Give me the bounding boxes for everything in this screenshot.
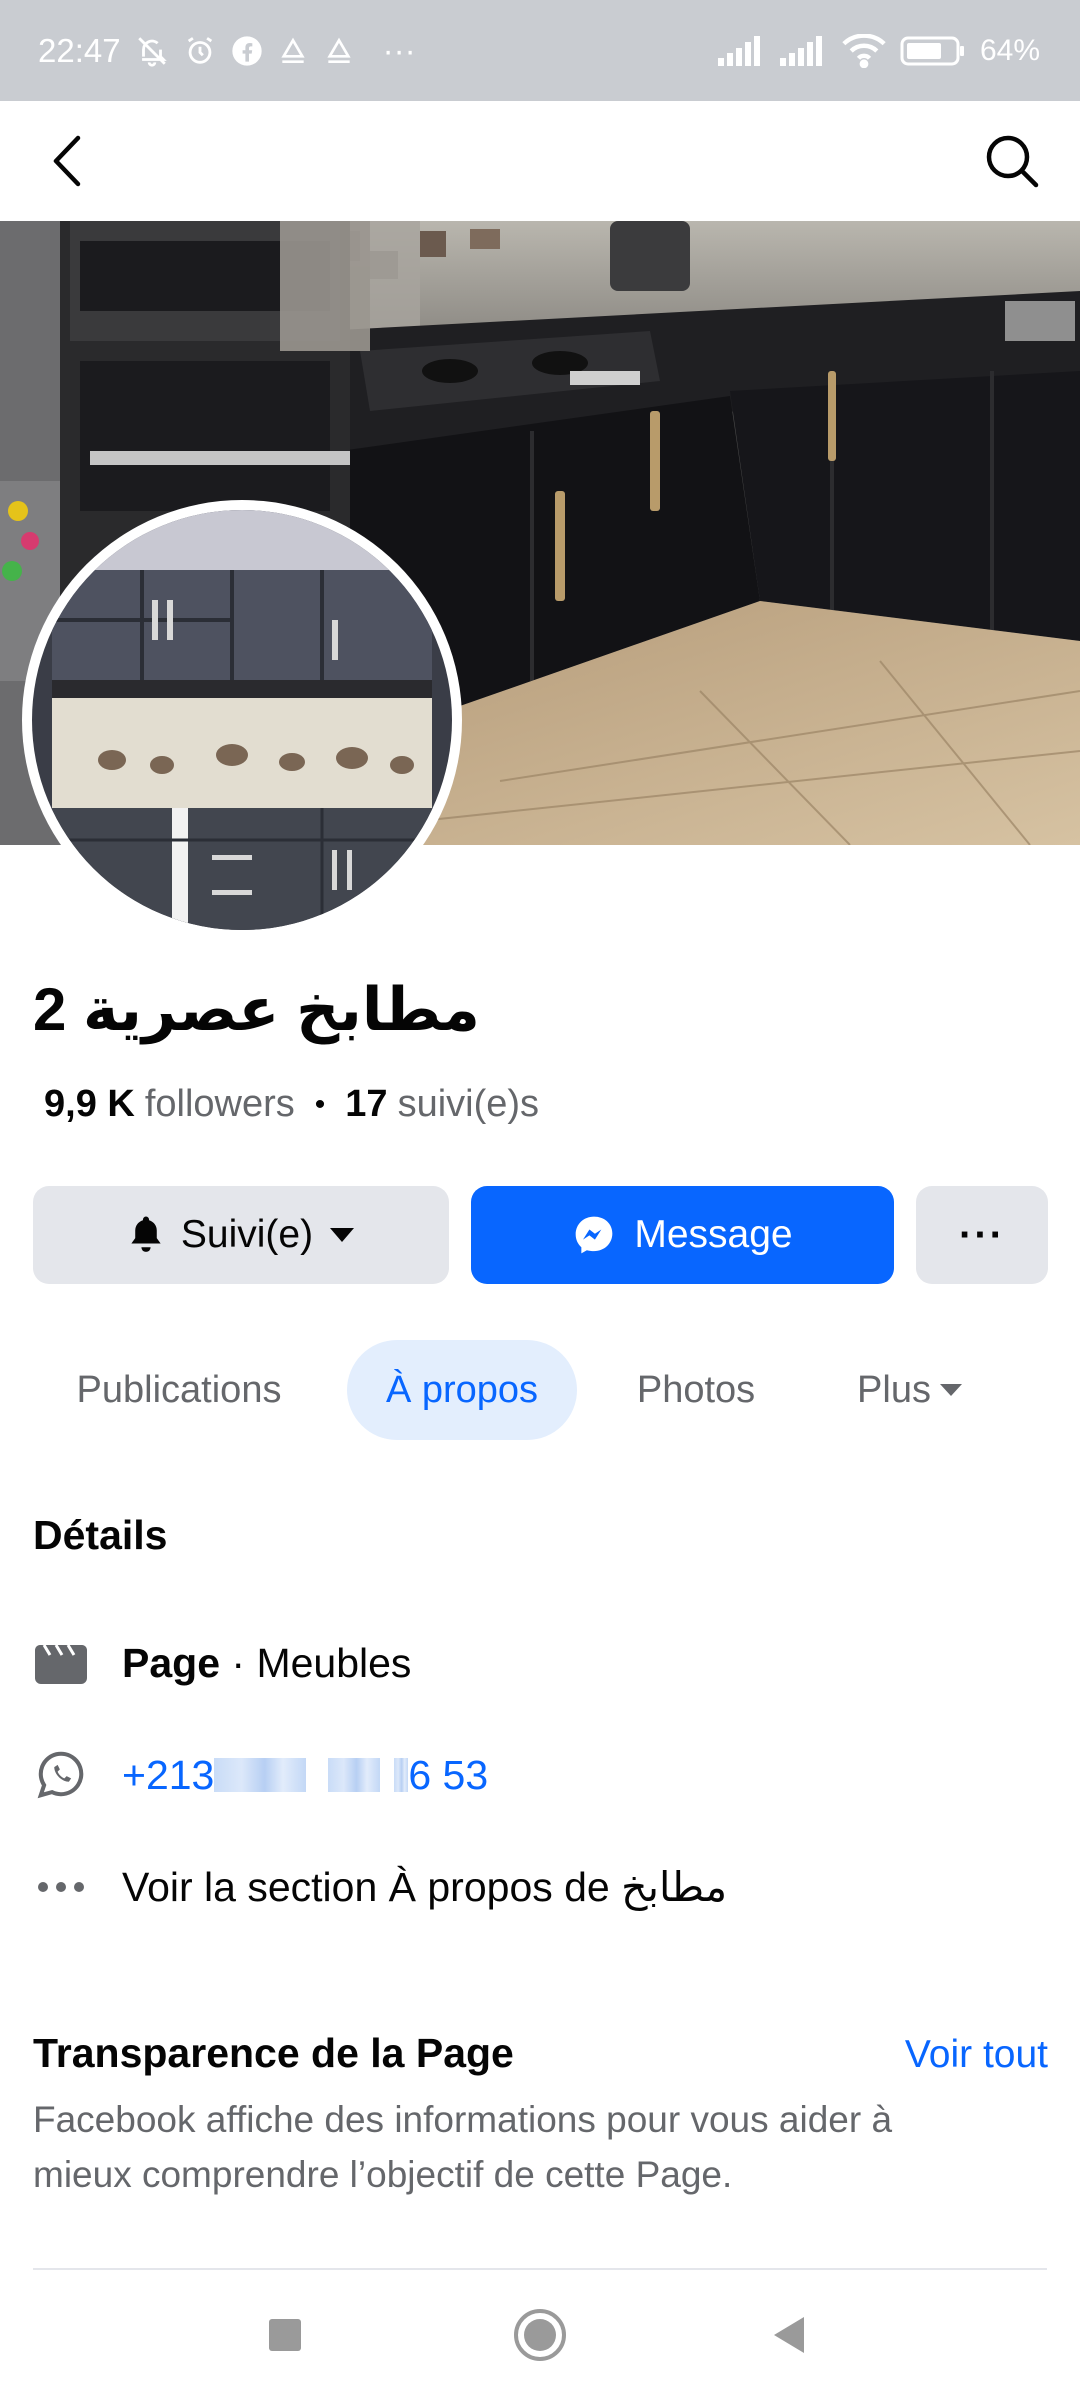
profile-picture[interactable] [22,500,462,940]
details-heading: Détails [33,1512,168,1558]
search-button[interactable] [980,129,1044,193]
triangle-back-icon [774,2317,804,2353]
caret-down-icon [330,1228,355,1242]
notification-icon [323,35,355,67]
system-nav-bar [0,2270,1080,2400]
chevron-left-icon [53,135,81,187]
following-button[interactable]: Suivi(e) [33,1186,449,1284]
back-nav-button[interactable] [756,2302,822,2368]
phone-suffix: 6 53 [408,1751,489,1798]
wifi-icon [842,33,886,68]
following-count: 17 [345,1083,388,1125]
phone-row[interactable]: +213 6 53 [33,1740,1043,1810]
category-row: Page · Meubles [33,1628,1043,1698]
redacted-block [328,1758,381,1792]
home-button[interactable] [507,2302,573,2368]
tab-more[interactable]: Plus [820,1340,1000,1440]
phone-prefix: +213 [122,1751,215,1798]
about-link-row[interactable]: Voir la section À propos de مطابخ [33,1852,1043,1922]
page-icon [33,1635,89,1691]
profile-tabs: Publications À propos Photos Plus [0,1340,1080,1440]
follower-stats: 9,9 K followers • 17 suivi(e)s [44,1083,539,1126]
app-bar [0,101,1080,221]
tab-publications[interactable]: Publications [33,1340,325,1440]
status-time: 22:47 [38,31,121,69]
followers-label[interactable]: followers [145,1083,295,1126]
messenger-icon [576,1216,613,1254]
search-icon [986,135,1039,188]
back-button[interactable] [36,129,100,193]
alarm-icon [183,34,217,68]
transparency-description: Facebook affiche des informations pour v… [33,2099,893,2195]
status-right: 64% [717,0,1040,101]
message-label: Message [634,1213,793,1256]
signal-icon [779,35,828,66]
avatar-image [32,510,452,930]
notification-icon [277,35,309,67]
tab-photos[interactable]: Photos [600,1340,792,1440]
home-circle-icon [514,2309,566,2361]
tab-label: Photos [636,1368,756,1411]
followers-count: 9,9 K [44,1083,135,1125]
category-value: Meubles [256,1639,412,1686]
facebook-icon [231,35,263,67]
redacted-block [214,1758,307,1792]
mute-icon [135,34,169,68]
following-label[interactable]: suivi(e)s [398,1083,539,1126]
about-link-label: Voir la section À propos de مطابخ [122,1864,728,1910]
tab-label: Plus [857,1368,931,1411]
following-label: Suivi(e) [180,1213,314,1256]
more-icon [33,1859,89,1915]
redacted-block [394,1758,409,1792]
recents-button[interactable] [252,2302,318,2368]
stats-separator: • [314,1087,326,1121]
transparency-heading: Transparence de la Page [33,2030,514,2076]
status-bar: 22:47 ··· 64% [0,0,1080,101]
tab-about[interactable]: À propos [347,1340,577,1440]
caret-down-icon [939,1384,962,1396]
more-notifications-indicator: ··· [382,31,416,69]
square-icon [269,2319,301,2351]
category-prefix: Page [122,1639,220,1686]
bell-icon [131,1216,161,1252]
battery-level: 64% [979,33,1040,67]
see-all-link[interactable]: Voir tout [905,2033,1048,2077]
whatsapp-icon [33,1747,89,1803]
more-icon: ··· [959,1212,1005,1257]
message-button[interactable]: Message [471,1186,894,1284]
page-title: مطابخ عصرية 2 [33,976,480,1043]
category-separator: · [220,1639,257,1686]
signal-icon [717,35,766,66]
phone-number-link[interactable]: +213 6 53 [122,1752,488,1799]
tab-label: Publications [76,1368,282,1411]
battery-icon [900,35,966,67]
more-options-button[interactable]: ··· [916,1186,1048,1284]
status-left: 22:47 ··· [38,0,416,101]
tab-label: À propos [385,1368,539,1411]
